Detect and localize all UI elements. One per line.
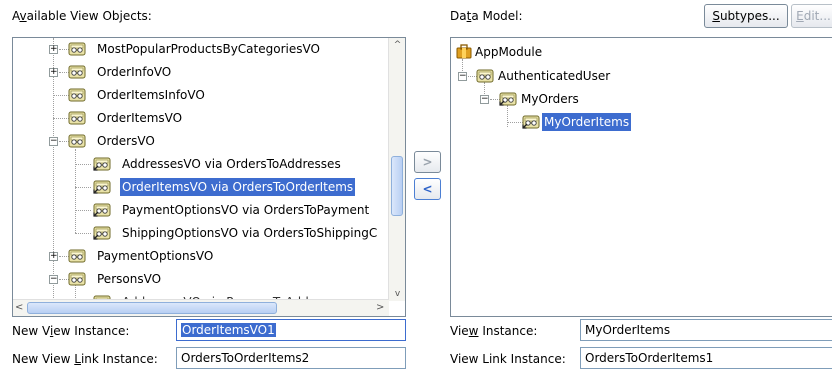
subtypes-button[interactable]: Subtypes... — [704, 4, 788, 28]
new-view-link-instance-label: New View Link Instance: — [12, 352, 158, 366]
scroll-right-icon[interactable]: > — [376, 302, 386, 314]
view-instance-label: View Instance: — [450, 324, 538, 338]
view-object-icon — [68, 271, 86, 286]
view-link-icon — [93, 225, 111, 240]
tree-item-selected[interactable]: OrderItemsVO via OrdersToOrderItems — [120, 178, 356, 196]
tree-guide — [53, 95, 69, 96]
tree-item[interactable]: OrderInfoVO — [95, 63, 173, 81]
add-to-data-model-button[interactable]: > — [414, 151, 441, 173]
tree-item[interactable]: AuthenticatedUser — [496, 67, 612, 85]
tree-guide — [75, 164, 91, 165]
view-instance-input[interactable]: MyOrderItems — [580, 319, 832, 341]
app-module-icon — [456, 44, 472, 59]
vertical-scroll-thumb[interactable] — [391, 156, 403, 216]
view-object-icon — [476, 68, 494, 83]
tree-item[interactable]: PaymentOptionsVO — [95, 247, 215, 265]
tree-guide — [507, 122, 523, 123]
tree-item[interactable]: AddressesVO via OrdersToAddresses — [120, 155, 343, 173]
view-object-icon — [68, 87, 86, 102]
view-object-icon — [68, 133, 86, 148]
tree-guide — [75, 210, 91, 211]
tree-guide — [53, 118, 69, 119]
tree-expand-toggle[interactable]: + — [49, 45, 58, 54]
available-view-objects-tree[interactable]: + MostPopularProductsByCategoriesVO + Or… — [12, 37, 406, 317]
tree-item[interactable]: ShippingOptionsVO via OrdersToShippingC — [120, 224, 379, 242]
tree-guide — [75, 187, 91, 188]
scroll-left-icon[interactable]: < — [15, 302, 25, 314]
tree-collapse-toggle[interactable]: − — [49, 275, 58, 284]
tree-guide — [75, 233, 91, 234]
vertical-scrollbar[interactable]: ^ v — [388, 38, 405, 301]
edit-button[interactable]: Edit... — [791, 4, 832, 28]
view-object-icon — [68, 110, 86, 125]
view-object-icon — [68, 64, 86, 79]
horizontal-scroll-thumb[interactable] — [27, 302, 277, 314]
tree-item-selected[interactable]: MyOrderItems — [542, 113, 632, 131]
scroll-up-icon[interactable]: ^ — [392, 40, 403, 50]
tree-expand-toggle[interactable]: + — [49, 68, 58, 77]
horizontal-scrollbar[interactable]: < > — [13, 299, 389, 316]
new-view-link-instance-input[interactable]: OrdersToOrderItems2 — [176, 347, 406, 369]
new-view-instance-value: OrderItemsVO1 — [181, 323, 276, 337]
tree-item[interactable]: PersonsVO — [95, 270, 163, 288]
tree-item[interactable]: OrdersVO — [95, 132, 157, 150]
view-link-icon — [522, 114, 540, 129]
data-model-label: Data Model: — [450, 9, 523, 23]
tree-expand-toggle[interactable]: + — [49, 252, 58, 261]
scroll-down-icon[interactable]: v — [392, 289, 403, 299]
tree-collapse-toggle[interactable]: − — [480, 95, 489, 104]
new-view-instance-input[interactable]: OrderItemsVO1 — [176, 319, 406, 341]
tree-item[interactable]: MyOrders — [519, 90, 581, 108]
tree-guide — [507, 105, 508, 127]
view-link-icon — [93, 202, 111, 217]
tree-collapse-toggle[interactable]: − — [458, 72, 467, 81]
tree-guide — [75, 149, 76, 233]
tree-item[interactable]: OrderItemsVO — [95, 109, 184, 127]
tree-collapse-toggle[interactable]: − — [49, 137, 58, 146]
remove-from-data-model-button[interactable]: < — [414, 178, 441, 200]
data-model-tree[interactable]: AppModule − AuthenticatedUser − MyOrders… — [450, 37, 832, 317]
available-view-objects-label: Available View Objects: — [12, 9, 152, 23]
view-link-instance-label: View Link Instance: — [450, 352, 566, 366]
view-object-icon — [68, 41, 86, 56]
tree-item[interactable]: MostPopularProductsByCategoriesVO — [95, 40, 322, 58]
view-object-icon — [68, 248, 86, 263]
view-link-icon — [93, 156, 111, 171]
tree-rows: + MostPopularProductsByCategoriesVO + Or… — [13, 38, 388, 301]
view-link-icon — [93, 179, 111, 194]
view-link-icon — [499, 91, 517, 106]
tree-item[interactable]: OrderItemsInfoVO — [95, 86, 207, 104]
tree-item[interactable]: PaymentOptionsVO via OrdersToPayment — [120, 201, 371, 219]
tree-item-app-module[interactable]: AppModule — [473, 43, 544, 61]
view-link-instance-input[interactable]: OrdersToOrderItems1 — [580, 347, 832, 369]
new-view-instance-label: New View Instance: — [12, 324, 130, 338]
